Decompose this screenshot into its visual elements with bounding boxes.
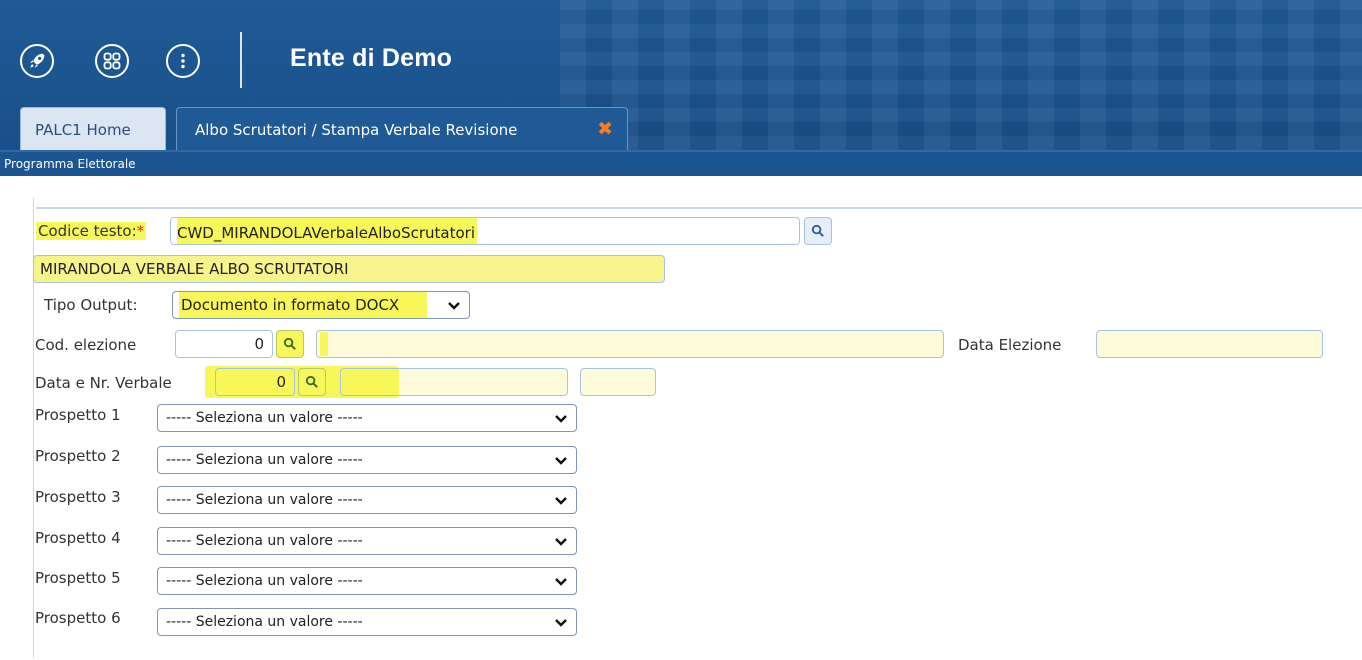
required-marker: * (136, 222, 145, 240)
prospetto-1-select[interactable]: ----- Seleziona un valore ----- (157, 404, 577, 432)
prospetto-2-label: Prospetto 2 (35, 447, 121, 465)
prospetto-1-label: Prospetto 1 (35, 406, 121, 424)
verbale-data-field (340, 368, 568, 396)
rocket-icon (30, 53, 45, 68)
prospetto-3-label: Prospetto 3 (35, 488, 121, 506)
prospetto-5-label: Prospetto 5 (35, 569, 121, 587)
tipo-output-select[interactable]: Documento in formato DOCX (172, 291, 470, 319)
form-top-border (36, 207, 1362, 209)
more-vertical-icon (181, 53, 185, 69)
chevron-down-icon (555, 538, 567, 546)
verbale-number-input[interactable]: 0 (215, 368, 295, 396)
apps-grid-icon (103, 52, 121, 70)
search-icon (305, 375, 318, 388)
close-icon[interactable]: ✖ (597, 118, 613, 140)
tab-home[interactable]: PALC1 Home (20, 107, 166, 151)
breadcrumb: Programma Elettorale (0, 152, 1362, 176)
apps-button[interactable] (95, 44, 129, 78)
chevron-down-icon (555, 619, 567, 627)
cod-elezione-search-button[interactable] (276, 330, 304, 358)
data-elezione-label: Data Elezione (958, 336, 1062, 354)
prospetto-6-select[interactable]: ----- Seleziona un valore ----- (157, 608, 577, 636)
rocket-button[interactable] (20, 44, 54, 78)
app-title: Ente di Demo (290, 44, 453, 72)
search-icon (811, 224, 824, 237)
codice-testo-search-button[interactable] (804, 217, 832, 245)
prospetto-5-select[interactable]: ----- Seleziona un valore ----- (157, 567, 577, 595)
tab-label: PALC1 Home (35, 120, 131, 139)
data-nr-verbale-label: Data e Nr. Verbale (35, 374, 172, 392)
verbale-nr-field (580, 368, 656, 396)
chevron-down-icon (555, 578, 567, 586)
chevron-down-icon (555, 415, 567, 423)
prospetto-3-select[interactable]: ----- Seleziona un valore ----- (157, 486, 577, 514)
data-elezione-field (1096, 330, 1323, 358)
highlight-mark (320, 332, 328, 356)
descrizione-testo-field: MIRANDOLA VERBALE ALBO SCRUTATORI (33, 255, 665, 283)
chevron-down-icon (555, 457, 567, 465)
prospetto-4-select[interactable]: ----- Seleziona un valore ----- (157, 527, 577, 555)
cod-elezione-description (316, 330, 944, 358)
prospetto-4-label: Prospetto 4 (35, 529, 121, 547)
codice-testo-input[interactable]: CWD_MIRANDOLAVerbaleAlboScrutatori (170, 217, 800, 245)
chevron-down-icon (448, 302, 460, 310)
more-options-button[interactable] (166, 44, 200, 78)
cod-elezione-input[interactable]: 0 (175, 330, 273, 358)
search-icon (283, 337, 296, 350)
codice-testo-label: Codice testo:* (36, 222, 147, 240)
chevron-down-icon (555, 497, 567, 505)
prospetto-2-select[interactable]: ----- Seleziona un valore ----- (157, 446, 577, 474)
prospetto-6-label: Prospetto 6 (35, 609, 121, 627)
tab-label: Albo Scrutatori / Stampa Verbale Revisio… (195, 120, 518, 139)
verbale-search-button[interactable] (298, 368, 326, 396)
tab-strip: PALC1 Home Albo Scrutatori / Stampa Verb… (0, 107, 1362, 151)
tab-stampa-verbale[interactable]: Albo Scrutatori / Stampa Verbale Revisio… (176, 107, 628, 151)
tipo-output-label: Tipo Output: (44, 296, 138, 314)
cod-elezione-label: Cod. elezione (35, 336, 137, 354)
header-divider (240, 32, 242, 88)
